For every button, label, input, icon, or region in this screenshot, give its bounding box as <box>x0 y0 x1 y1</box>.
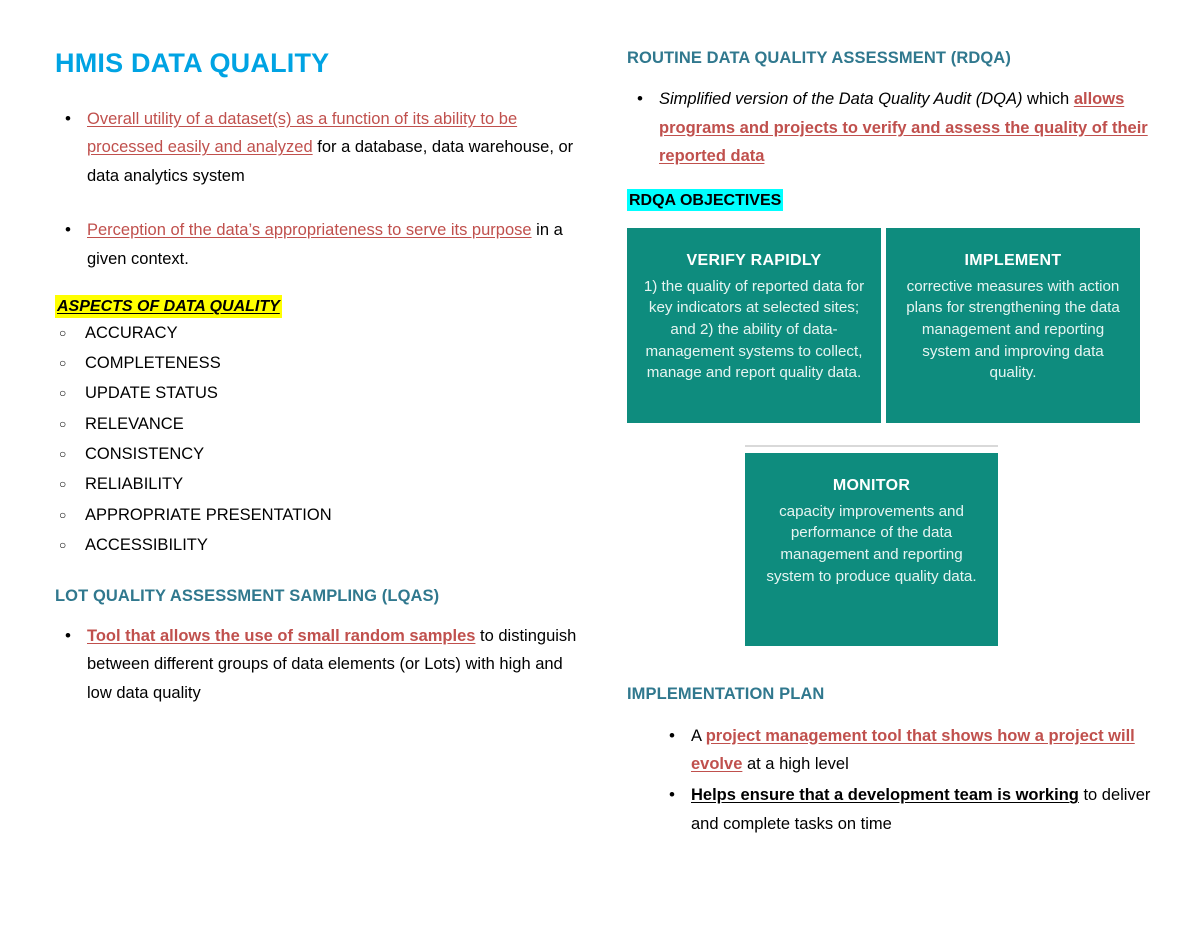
plan1-lead: A <box>691 726 706 745</box>
implementation-plan-list: A project management tool that shows how… <box>659 721 1172 839</box>
lqas-heading: LOT QUALITY ASSESSMENT SAMPLING (LQAS) <box>55 587 440 606</box>
aspects-of-data-quality-heading: ASPECTS OF DATA QUALITY <box>55 294 282 318</box>
objectives-heading-wrap: RDQA OBJECTIVES <box>627 188 1172 212</box>
aspects-heading-wrap: ASPECTS OF DATA QUALITY <box>55 294 590 318</box>
list-item: Overall utility of a dataset(s) as a fun… <box>55 104 590 190</box>
box-body: corrective measures with action plans fo… <box>906 277 1120 382</box>
implementation-plan-heading: IMPLEMENTATION PLAN <box>627 685 825 704</box>
lqas-bullet-list: Tool that allows the use of small random… <box>55 621 590 707</box>
objective-box-verify-rapidly: VERIFY RAPIDLY 1) the quality of reporte… <box>627 228 881 424</box>
objectives-boxes-row: VERIFY RAPIDLY 1) the quality of reporte… <box>627 228 1140 424</box>
plan2-emphasis: Helps ensure that a development team is … <box>691 786 1079 805</box>
rdqa-objectives-heading: RDQA OBJECTIVES <box>627 188 784 212</box>
list-item: UPDATE STATUS <box>55 378 590 408</box>
objective-box-monitor: MONITOR capacity improvements and perfor… <box>745 453 998 647</box>
list-item: RELIABILITY <box>55 469 590 499</box>
rdqa-bullet-list: Simplified version of the Data Quality A… <box>627 84 1172 170</box>
list-item: ACCESSIBILITY <box>55 530 590 560</box>
list-item: Tool that allows the use of small random… <box>55 621 590 707</box>
list-item: CONSISTENCY <box>55 439 590 469</box>
list-item: A project management tool that shows how… <box>659 721 1172 779</box>
box-title: VERIFY RAPIDLY <box>686 252 822 270</box>
list-item: APPROPRIATE PRESENTATION <box>55 500 590 530</box>
right-column: ROUTINE DATA QUALITY ASSESSMENT (RDQA) S… <box>627 48 1172 841</box>
list-item: Perception of the data’s appropriateness… <box>55 215 590 273</box>
plan1-rest: at a high level <box>742 754 849 773</box>
rdqa-italic-lead: Simplified version of the Data Quality A… <box>659 90 1023 109</box>
list-item: Simplified version of the Data Quality A… <box>627 84 1172 170</box>
horizontal-divider <box>745 445 998 448</box>
list-item: ACCURACY <box>55 318 590 348</box>
objective-box-implement: IMPLEMENT corrective measures with actio… <box>886 228 1140 424</box>
document-page: HMIS DATA QUALITY Overall utility of a d… <box>0 0 1200 927</box>
box-title: IMPLEMENT <box>964 252 1062 270</box>
list-item: Helps ensure that a development team is … <box>659 780 1172 838</box>
page-title: HMIS DATA QUALITY <box>55 48 330 78</box>
monitor-box-wrap: MONITOR capacity improvements and perfor… <box>745 445 998 647</box>
box-body: 1) the quality of reported data for key … <box>643 277 865 382</box>
lqas-emphasis: Tool that allows the use of small random… <box>87 626 476 645</box>
definition-bullet-list: Overall utility of a dataset(s) as a fun… <box>55 104 590 190</box>
box-body: capacity improvements and performance of… <box>766 502 977 585</box>
aspects-list: ACCURACY COMPLETENESS UPDATE STATUS RELE… <box>55 318 590 561</box>
bullet2-emphasis: Perception of the data’s appropriateness… <box>87 221 532 240</box>
left-column: HMIS DATA QUALITY Overall utility of a d… <box>55 48 590 709</box>
list-item: COMPLETENESS <box>55 348 590 378</box>
list-item: RELEVANCE <box>55 409 590 439</box>
rdqa-heading: ROUTINE DATA QUALITY ASSESSMENT (RDQA) <box>627 49 1011 67</box>
box-title: MONITOR <box>832 477 911 495</box>
rdqa-connector: which <box>1022 90 1074 109</box>
perception-bullet-list: Perception of the data’s appropriateness… <box>55 215 590 273</box>
